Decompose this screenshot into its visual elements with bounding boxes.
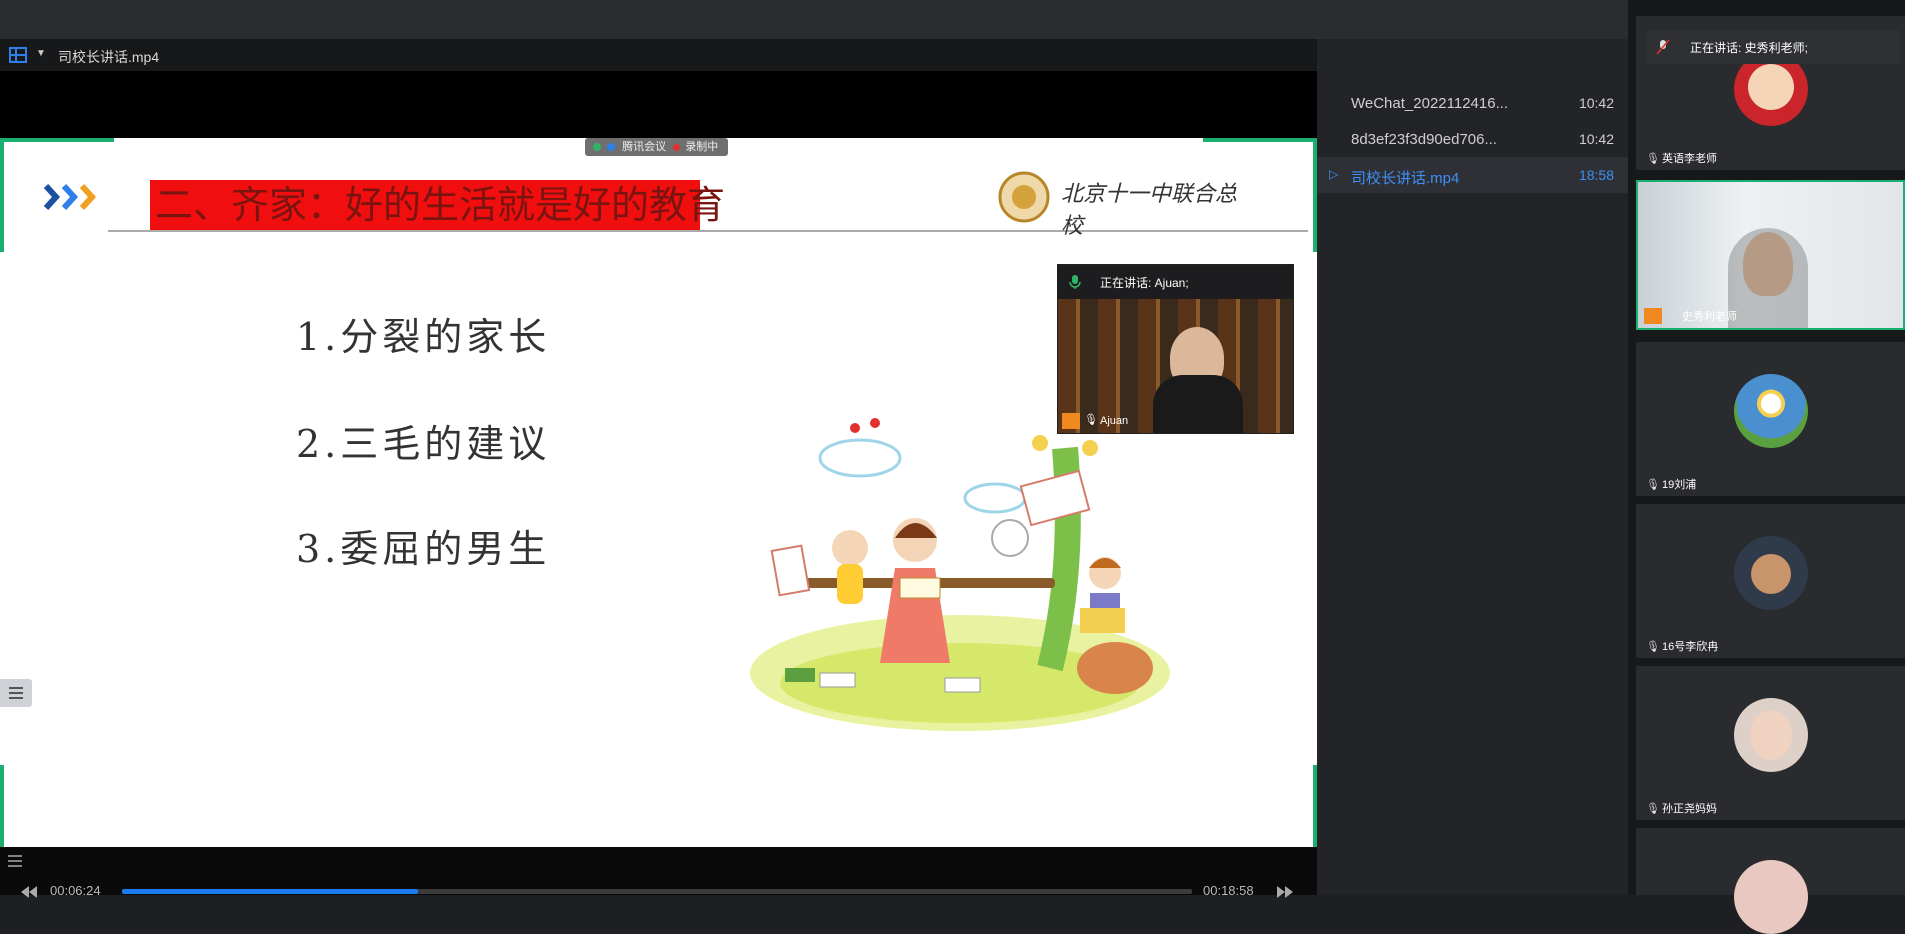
speaker-name: Ajuan bbox=[1100, 415, 1129, 427]
participant-tile[interactable]: 🎙 16号李欣冉 bbox=[1636, 504, 1905, 658]
player-title: 司校长讲话.mp4 bbox=[58, 49, 160, 65]
record-dot-icon bbox=[673, 144, 681, 151]
current-time: 00:06:24 bbox=[50, 883, 101, 898]
participant-tile[interactable]: 🎙 孙正尧妈妈 bbox=[1636, 666, 1905, 820]
video-frame[interactable]: 二、齐家：好的生活就是好的教育 北京十一中联合总校 1.分裂的家长 2.三毛的建… bbox=[0, 100, 1317, 880]
layout-icon[interactable] bbox=[8, 45, 28, 65]
microphone-icon bbox=[1069, 275, 1081, 289]
mic-icon: 🎙 bbox=[1646, 153, 1660, 165]
rewind-icon[interactable] bbox=[20, 885, 38, 899]
user-icon bbox=[1062, 413, 1080, 429]
speaker-overlay-header: 正在讲话: Ajuan; bbox=[1058, 265, 1293, 299]
progress-bar[interactable] bbox=[122, 889, 1192, 894]
avatar bbox=[1734, 860, 1808, 934]
meeting-label: 腾讯会议 bbox=[622, 141, 667, 153]
playlist-panel: WeChat_2022112416... 10:42 8d3ef23f3d90e… bbox=[1317, 39, 1628, 895]
total-time: 00:18:58 bbox=[1203, 883, 1254, 898]
speaker-video-overlay[interactable]: 正在讲话: Ajuan; 🎙 Ajuan bbox=[1057, 264, 1294, 434]
avatar-face bbox=[1750, 710, 1792, 760]
mic-muted-icon bbox=[1656, 39, 1670, 55]
avatar-face bbox=[1751, 554, 1791, 594]
playlist-item[interactable]: 8d3ef23f3d90ed706... 10:42 bbox=[1317, 121, 1628, 157]
participant-tile[interactable]: 🎙 19刘浦 bbox=[1636, 342, 1905, 496]
participant-speaking-label: 正在讲话: 史秀利老师; bbox=[1690, 41, 1809, 55]
mic-icon: 🎙 bbox=[1646, 803, 1660, 815]
playlist-item[interactable]: WeChat_2022112416... 10:42 bbox=[1317, 85, 1628, 121]
participants-column: 🎙 英语李老师 正在讲话: 史秀利老师; 史秀利老师 🎙 🎙 19刘浦 🎙 16… bbox=[1628, 0, 1905, 934]
slide-item-3: 3.委屈的男生 bbox=[296, 527, 551, 571]
playlist-icon[interactable] bbox=[6, 853, 24, 869]
participant-tile-active[interactable]: 史秀利老师 🎙 bbox=[1636, 180, 1905, 330]
playlist-item-active[interactable]: ▷ 司校长讲话.mp4 18:58 bbox=[1317, 157, 1628, 193]
avatar-face bbox=[1748, 64, 1794, 110]
mic-icon: 🎙 bbox=[1646, 479, 1660, 491]
playback-controls: 00:06:24 00:18:58 bbox=[0, 847, 1317, 898]
chevron-arrows-icon bbox=[43, 183, 97, 211]
meeting-badge: 腾讯会议 录制中 bbox=[585, 138, 728, 156]
avatar bbox=[1734, 374, 1808, 448]
slide-title: 二、齐家：好的生活就是好的教育 bbox=[155, 183, 726, 227]
video-player-window: ▼ 司校长讲话.mp4 二、齐家：好的生活就是好的教育 北京十一中联合总校 1.… bbox=[0, 39, 1615, 898]
user-icon bbox=[1644, 308, 1662, 324]
mic-icon: 🎙 bbox=[1646, 641, 1660, 653]
presentation-slide: 二、齐家：好的生活就是好的教育 北京十一中联合总校 1.分裂的家长 2.三毛的建… bbox=[0, 138, 1317, 879]
participant-tile[interactable] bbox=[1636, 828, 1905, 934]
list-toggle-button[interactable] bbox=[0, 679, 32, 707]
slide-item-2: 2.三毛的建议 bbox=[296, 422, 551, 466]
mic-icon: 🎙 bbox=[1666, 311, 1680, 323]
school-logo: 北京十一中联合总校 bbox=[995, 168, 1255, 239]
player-titlebar: ▼ 司校长讲话.mp4 bbox=[0, 39, 1615, 71]
top-strip bbox=[0, 0, 1628, 39]
fast-forward-icon[interactable] bbox=[1276, 885, 1294, 899]
play-indicator-icon: ▷ bbox=[1329, 167, 1339, 181]
speaker-body bbox=[1153, 375, 1243, 433]
mic-icon: 🎙 bbox=[1084, 414, 1098, 426]
recording-label: 录制中 bbox=[685, 141, 719, 153]
speaking-label: 正在讲话: Ajuan; bbox=[1100, 276, 1189, 290]
progress-fill bbox=[122, 889, 419, 894]
slide-item-1: 1.分裂的家长 bbox=[296, 315, 551, 359]
speaking-indicator: 正在讲话: 史秀利老师; bbox=[1646, 30, 1900, 64]
school-logo-text: 北京十一中联合总校 bbox=[1061, 182, 1238, 239]
chevron-down-icon[interactable]: ▼ bbox=[36, 48, 46, 59]
list-icon bbox=[9, 687, 23, 699]
